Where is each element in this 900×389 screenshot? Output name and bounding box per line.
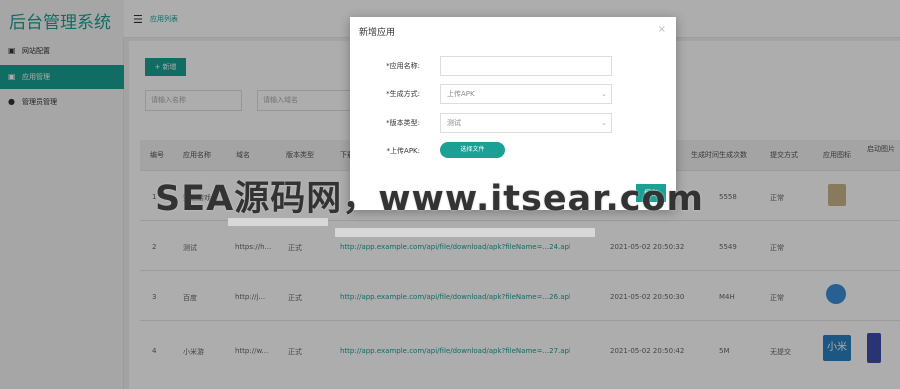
version-type-select[interactable]: 测试 ⌄ bbox=[440, 113, 612, 133]
field-label: *应用名称: bbox=[386, 62, 420, 70]
modal-title: 新增应用 bbox=[359, 28, 396, 38]
close-icon[interactable]: × bbox=[658, 24, 666, 35]
field-label: *版本类型: bbox=[386, 119, 420, 127]
field-label: *生成方式: bbox=[386, 90, 420, 98]
generate-method-select[interactable]: 上传APK ⌄ bbox=[440, 84, 612, 104]
app-name-input[interactable] bbox=[440, 56, 612, 76]
select-value: 测试 bbox=[447, 119, 461, 127]
censor-bar bbox=[335, 228, 595, 237]
field-label: *上传APK: bbox=[386, 147, 420, 155]
select-value: 上传APK bbox=[447, 90, 475, 98]
chevron-down-icon: ⌄ bbox=[601, 119, 607, 127]
watermark-text: SEA源码网，www.itsear.com bbox=[155, 179, 705, 219]
choose-file-button[interactable]: 选择文件 bbox=[440, 142, 505, 158]
chevron-down-icon: ⌄ bbox=[601, 90, 607, 98]
